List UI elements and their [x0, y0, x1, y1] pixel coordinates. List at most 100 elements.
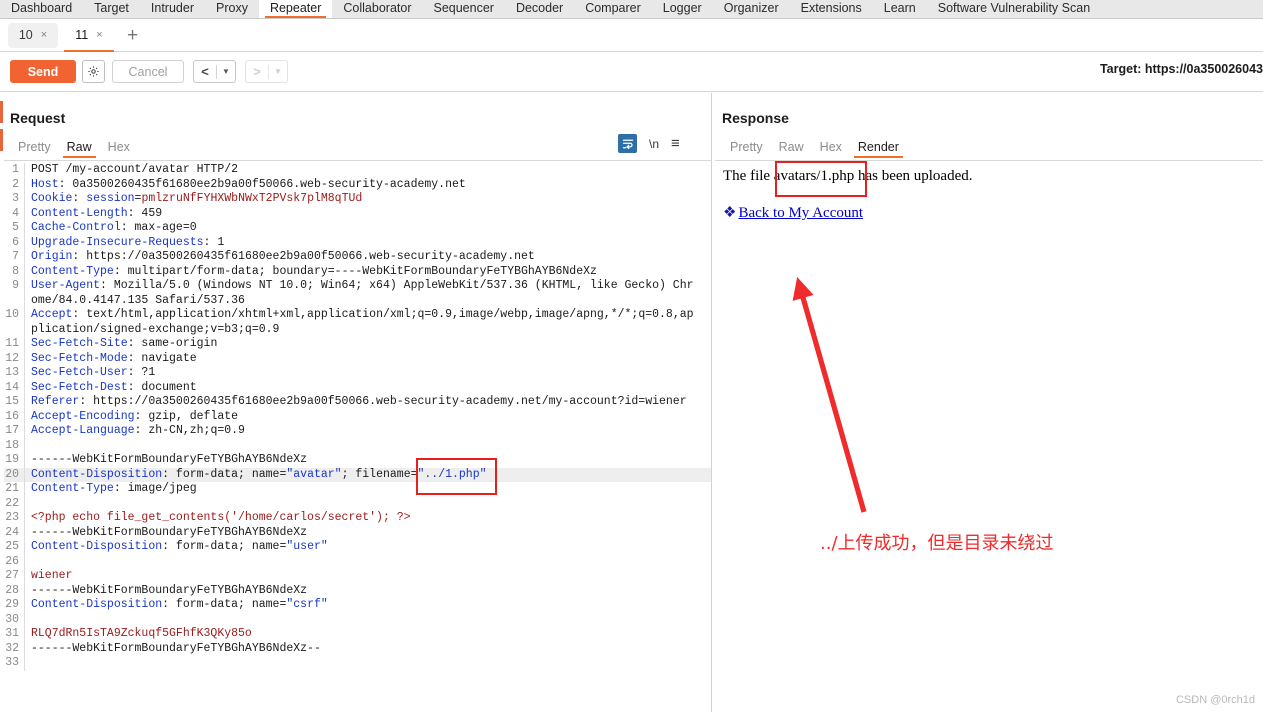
- token: Sec-Fetch-Site: [31, 337, 128, 350]
- response-tab-render[interactable]: Render: [850, 140, 907, 158]
- gear-icon[interactable]: [82, 60, 105, 83]
- line-number: 5: [4, 221, 25, 236]
- back-link-text: Back to My Account: [738, 205, 864, 221]
- token: POST /my-account/avatar HTTP/2: [31, 163, 239, 176]
- line-number: 6: [4, 235, 25, 250]
- token: : 459: [127, 206, 163, 220]
- token: Content-Type: [31, 264, 114, 278]
- line-number: 24: [4, 525, 25, 540]
- main-tab-extensions[interactable]: Extensions: [790, 0, 873, 18]
- token: Content-Disposition: [31, 598, 163, 611]
- token: "user": [286, 540, 328, 553]
- line-text: POST /my-account/avatar HTTP/2: [25, 163, 238, 178]
- prev-request-button[interactable]: < ▼: [193, 60, 236, 83]
- burp-suite-window: Dashboard Target Intruder Proxy Repeater Coll…: [0, 0, 1263, 712]
- response-tab-hex[interactable]: Hex: [812, 140, 850, 158]
- line-text: Sec-Fetch-Dest: document: [25, 381, 197, 396]
- panel-edge-accent: [0, 93, 3, 711]
- close-icon[interactable]: ×: [41, 29, 47, 41]
- request-tab-hex[interactable]: Hex: [100, 140, 138, 158]
- main-tab-organizer[interactable]: Organizer: [713, 0, 790, 18]
- main-tab-software-vulnerability-scan[interactable]: Software Vulnerability Scan: [927, 0, 1101, 18]
- request-line: 19 ------WebKitFormBoundaryFeTYBGhAYB6Nde…: [4, 453, 711, 468]
- line-number: 20: [4, 467, 25, 482]
- request-line: 11 Sec-Fetch-Site: same-origin: [4, 337, 711, 352]
- token: Accept-Language: [31, 424, 135, 437]
- token: Accept-Encoding: [31, 409, 135, 423]
- line-text: Sec-Fetch-Site: same-origin: [25, 337, 217, 352]
- token: Sec-Fetch-User: [31, 366, 128, 379]
- line-text: ------WebKitFormBoundaryFeTYBGhAYB6NdeXz…: [25, 642, 321, 657]
- main-tab-decoder[interactable]: Decoder: [505, 0, 574, 18]
- line-text: Content-Type: multipart/form-data; bound…: [25, 265, 597, 280]
- token: Content-Disposition: [31, 540, 163, 553]
- main-tab-collaborator[interactable]: Collaborator: [332, 0, 422, 18]
- send-button[interactable]: Send: [10, 60, 76, 83]
- request-line: 26: [4, 554, 711, 569]
- word-wrap-icon[interactable]: [618, 134, 637, 153]
- token: Origin: [31, 250, 73, 263]
- line-text: Accept-Language: zh-CN,zh;q=0.9: [25, 424, 245, 439]
- chevron-down-icon: ▼: [222, 67, 230, 76]
- main-tab-logger[interactable]: Logger: [652, 0, 713, 18]
- cancel-button[interactable]: Cancel: [112, 60, 184, 83]
- token: : 0a3500260435f61680ee2b9a00f50066.web-s…: [58, 177, 466, 191]
- token: Content-Length: [31, 206, 128, 220]
- request-line: 8 Content-Type: multipart/form-data; boun…: [4, 264, 711, 280]
- request-tab-pretty[interactable]: Pretty: [10, 140, 59, 158]
- request-line: 15 Referer: https://0a3500260435f61680ee2…: [4, 395, 711, 410]
- main-tab-target[interactable]: Target: [83, 0, 140, 18]
- main-tab-dashboard[interactable]: Dashboard: [0, 0, 83, 18]
- request-line: 33: [4, 656, 711, 671]
- request-panel-title: Request: [10, 110, 66, 126]
- line-number: 32: [4, 641, 25, 656]
- repeater-tab-11[interactable]: 11 ×: [64, 22, 114, 52]
- main-tab-learn[interactable]: Learn: [873, 0, 927, 18]
- next-request-button[interactable]: > ▼: [245, 60, 288, 83]
- line-text: Origin: https://0a3500260435f61680ee2b9a…: [25, 250, 535, 265]
- panel-splitter[interactable]: [711, 93, 712, 712]
- token: : ?1: [127, 366, 156, 379]
- main-tab-comparer[interactable]: Comparer: [574, 0, 652, 18]
- response-tab-raw[interactable]: Raw: [771, 140, 812, 158]
- line-text: Accept-Encoding: gzip, deflate: [25, 410, 238, 425]
- back-to-my-account-link[interactable]: ❖ Back to My Account: [723, 203, 863, 222]
- line-number: 25: [4, 540, 25, 555]
- response-panel-title: Response: [722, 110, 789, 126]
- request-line: 12 Sec-Fetch-Mode: navigate: [4, 351, 711, 366]
- token: : max-age=0: [120, 221, 197, 234]
- line-number: 30: [4, 612, 25, 627]
- hamburger-menu-icon[interactable]: ≡: [671, 136, 680, 151]
- token: Sec-Fetch-Dest: [31, 380, 128, 394]
- request-line: 2 Host: 0a3500260435f61680ee2b9a00f50066.…: [4, 177, 711, 192]
- add-repeater-tab-button[interactable]: +: [120, 26, 145, 45]
- csdn-watermark: CSDN @0rch1d: [1175, 694, 1255, 706]
- close-icon[interactable]: ×: [96, 29, 102, 41]
- token: Cache-Control: [31, 221, 121, 234]
- line-number: 4: [4, 206, 25, 221]
- response-view-tabs: Pretty Raw Hex Render: [722, 136, 907, 158]
- line-text: Content-Disposition: form-data; name="av…: [25, 468, 487, 483]
- repeater-tab-label: 10: [18, 28, 33, 42]
- repeater-tab-10[interactable]: 10 ×: [8, 22, 58, 48]
- request-line: 5 Cache-Control: max-age=0: [4, 221, 711, 236]
- token: : document: [127, 380, 197, 394]
- request-editor[interactable]: 1 POST /my-account/avatar HTTP/2 2 Host: 0a…: [4, 160, 711, 711]
- line-text: Content-Disposition: form-data; name="us…: [25, 540, 328, 555]
- main-tab-sequencer[interactable]: Sequencer: [422, 0, 504, 18]
- token: ------WebKitFormBoundaryFeTYBGhAYB6NdeXz: [31, 583, 308, 597]
- show-newlines-icon[interactable]: \n: [649, 137, 659, 151]
- main-tab-proxy[interactable]: Proxy: [205, 0, 259, 18]
- token: session: [86, 192, 135, 205]
- token: : multipart/form-data; boundary=----WebK…: [113, 264, 597, 278]
- request-tab-raw[interactable]: Raw: [59, 140, 100, 158]
- request-line: 10 Accept: text/html,application/xhtml+xm…: [4, 308, 711, 337]
- line-text: ------WebKitFormBoundaryFeTYBGhAYB6NdeXz: [25, 526, 307, 541]
- response-tab-pretty[interactable]: Pretty: [722, 140, 771, 158]
- line-number: 22: [4, 496, 25, 511]
- token: Cookie: [31, 192, 73, 205]
- main-tab-repeater[interactable]: Repeater: [258, 0, 333, 18]
- request-line: 27 wiener: [4, 569, 711, 584]
- line-number: 28: [4, 583, 25, 598]
- main-tab-intruder[interactable]: Intruder: [140, 0, 205, 18]
